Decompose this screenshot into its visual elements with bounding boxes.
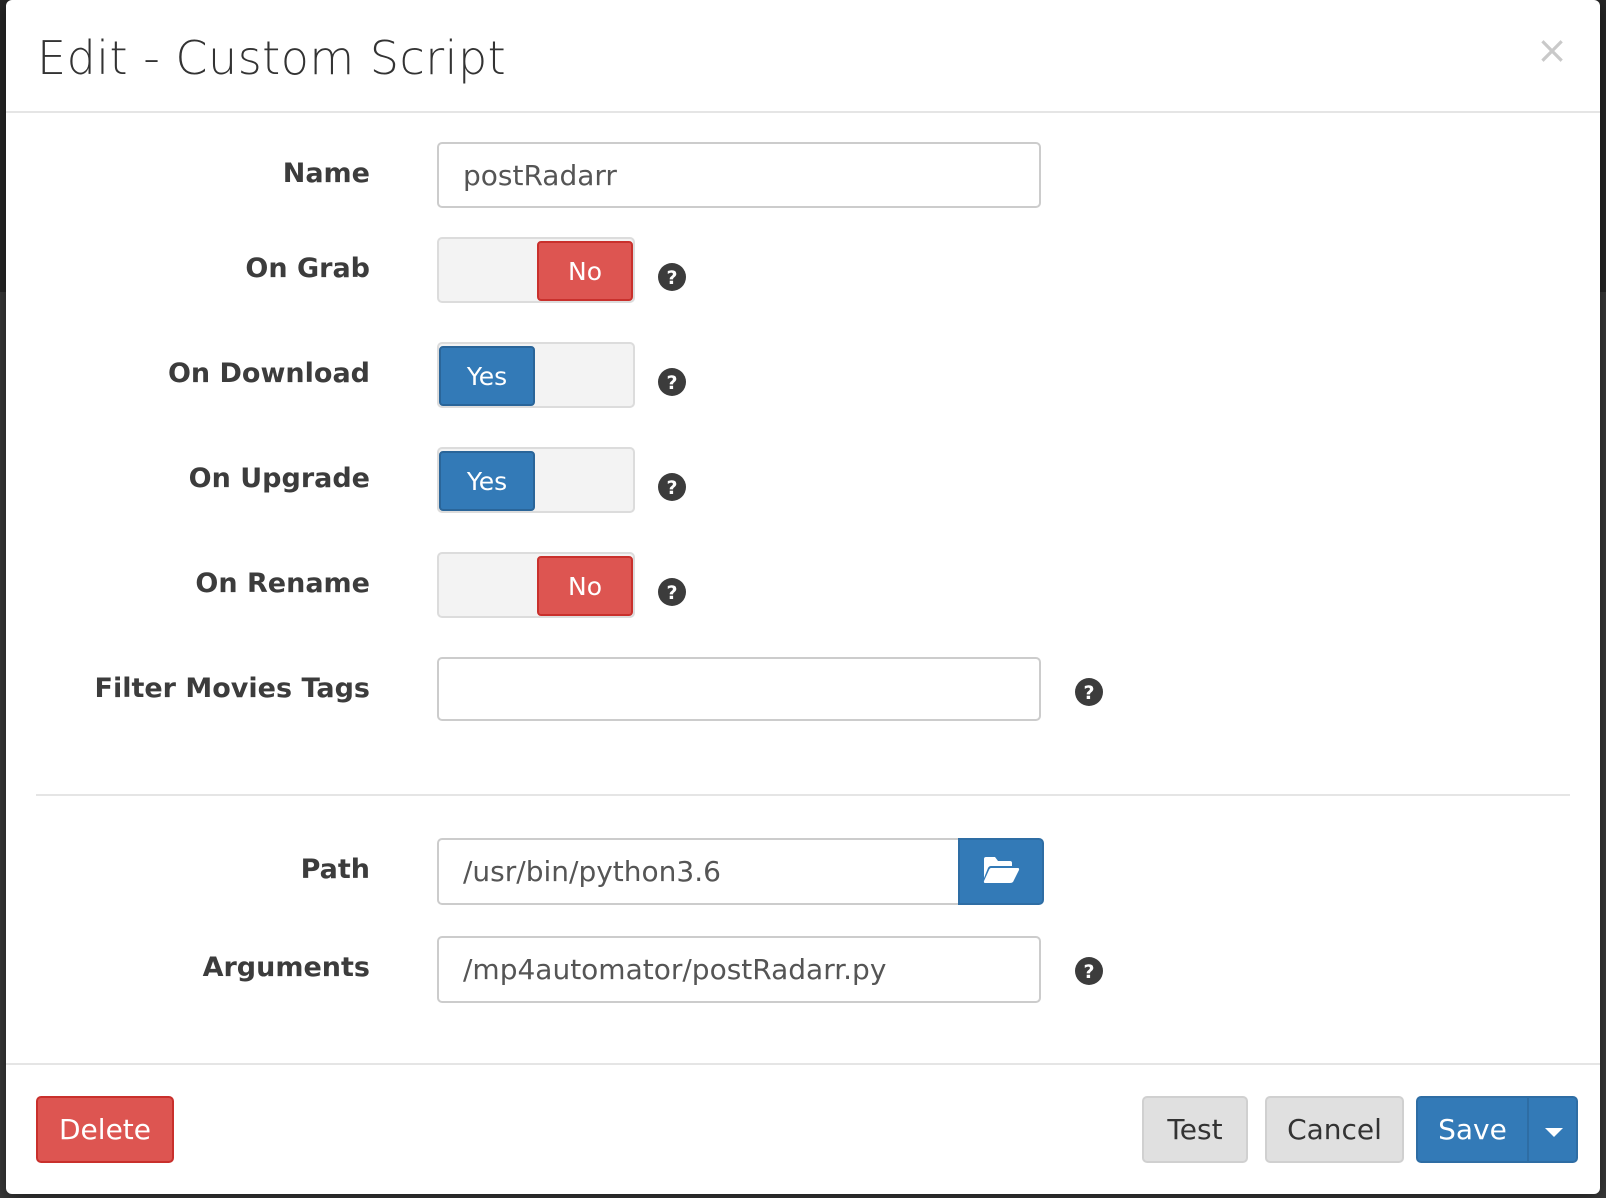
on-download-toggle-state: Yes xyxy=(439,346,535,406)
on-download-label: On Download xyxy=(167,358,370,389)
name-row: Name xyxy=(6,142,1600,208)
question-circle-icon[interactable]: ? xyxy=(1074,677,1104,707)
on-upgrade-toggle-state: Yes xyxy=(439,451,535,511)
arguments-input[interactable] xyxy=(437,936,1041,1003)
on-rename-row: On Rename No ? xyxy=(6,552,1600,618)
save-options-dropdown-button[interactable] xyxy=(1527,1096,1578,1163)
path-label: Path xyxy=(300,854,370,885)
save-button[interactable]: Save xyxy=(1416,1096,1529,1163)
on-download-toggle[interactable]: Yes xyxy=(437,342,635,408)
question-circle-icon[interactable]: ? xyxy=(657,262,687,292)
arguments-row: Arguments ? xyxy=(6,936,1600,1003)
on-grab-row: On Grab No ? xyxy=(6,237,1600,303)
on-rename-toggle-state: No xyxy=(537,556,633,616)
svg-text:?: ? xyxy=(666,372,677,394)
svg-text:?: ? xyxy=(666,477,677,499)
on-upgrade-label: On Upgrade xyxy=(188,463,370,494)
svg-text:?: ? xyxy=(1083,682,1094,704)
form-divider xyxy=(36,794,1570,796)
edit-custom-script-modal: Edit - Custom Script × Name On Grab No ?… xyxy=(6,0,1600,1194)
question-circle-icon[interactable]: ? xyxy=(657,472,687,502)
caret-down-icon xyxy=(1545,1128,1563,1137)
on-upgrade-row: On Upgrade Yes ? xyxy=(6,447,1600,513)
on-rename-label: On Rename xyxy=(195,568,370,599)
filter-movies-tags-input[interactable] xyxy=(437,657,1041,721)
question-circle-icon[interactable]: ? xyxy=(657,367,687,397)
question-circle-icon[interactable]: ? xyxy=(657,577,687,607)
on-grab-toggle-state: No xyxy=(537,241,633,301)
filter-movies-tags-row: Filter Movies Tags ? xyxy=(6,657,1600,723)
folder-open-icon xyxy=(982,855,1020,889)
svg-text:?: ? xyxy=(666,267,677,289)
on-grab-toggle[interactable]: No xyxy=(437,237,635,303)
close-icon[interactable]: × xyxy=(1536,30,1568,70)
modal-header: Edit - Custom Script × xyxy=(6,0,1600,113)
arguments-label: Arguments xyxy=(202,952,370,983)
delete-button[interactable]: Delete xyxy=(36,1096,174,1163)
cancel-button[interactable]: Cancel xyxy=(1265,1096,1404,1163)
browse-folder-button[interactable] xyxy=(958,838,1044,905)
modal-title: Edit - Custom Script xyxy=(37,31,507,85)
svg-text:?: ? xyxy=(666,582,677,604)
on-download-row: On Download Yes ? xyxy=(6,342,1600,408)
test-button[interactable]: Test xyxy=(1142,1096,1248,1163)
name-input[interactable] xyxy=(437,142,1041,208)
on-upgrade-toggle[interactable]: Yes xyxy=(437,447,635,513)
on-rename-toggle[interactable]: No xyxy=(437,552,635,618)
filter-movies-tags-label: Filter Movies Tags xyxy=(94,673,371,704)
svg-text:?: ? xyxy=(1083,961,1094,983)
question-circle-icon[interactable]: ? xyxy=(1074,956,1104,986)
path-row: Path xyxy=(6,838,1600,905)
path-input[interactable] xyxy=(437,838,958,905)
modal-footer: Delete Test Cancel Save xyxy=(6,1063,1600,1194)
name-label: Name xyxy=(282,158,370,189)
on-grab-label: On Grab xyxy=(245,253,370,284)
